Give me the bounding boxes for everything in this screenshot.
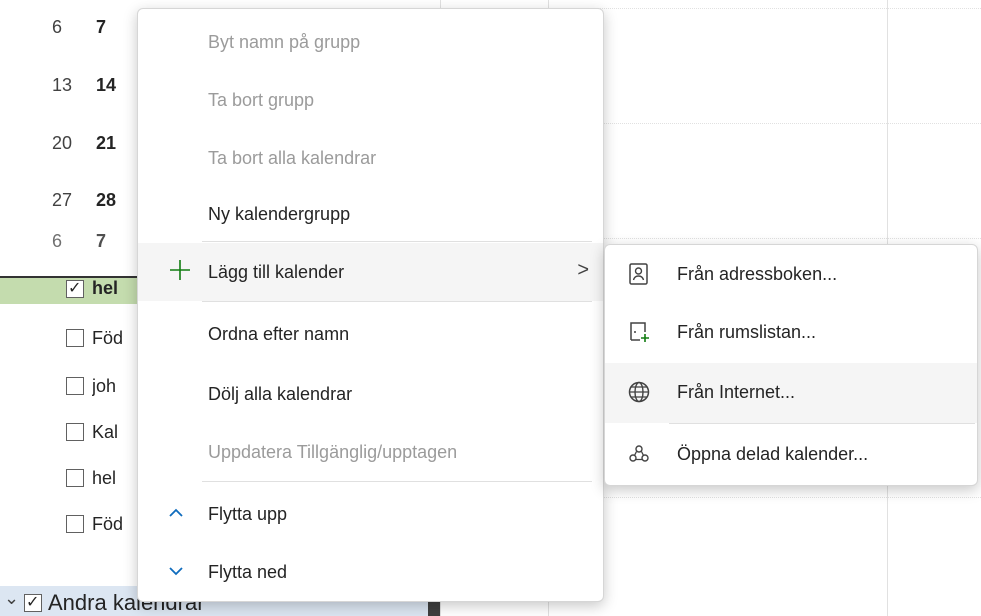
submenu-item-label: Från Internet... [677,382,796,402]
context-menu: Byt namn på grupp Ta bort grupp Ta bort … [137,8,604,602]
shared-calendar-icon [627,442,651,466]
address-book-icon [627,262,651,286]
mini-calendar-day[interactable]: 6 [52,231,82,252]
chevron-down-icon[interactable]: ⌄ [4,588,19,609]
menu-item-move-up[interactable]: Flytta upp [138,485,603,543]
menu-item-label: Ta bort grupp [208,90,315,110]
mini-calendar-day[interactable]: 14 [96,75,136,96]
menu-item-add-calendar[interactable]: Lägg till kalender > [138,243,603,301]
menu-item-update-free-busy[interactable]: Uppdatera Tillgänglig/upptagen [138,423,603,481]
globe-icon [627,380,651,404]
submenu-item-open-shared-calendar[interactable]: Öppna delad kalender... [605,425,977,485]
mini-calendar-day[interactable]: 20 [52,133,82,154]
menu-item-sort-by-name[interactable]: Ordna efter namn [138,305,603,363]
mini-calendar-day[interactable]: 7 [96,231,136,252]
menu-item-move-down[interactable]: Flytta ned [138,543,603,601]
menu-item-label: Byt namn på grupp [208,32,361,52]
calendar-name: joh [92,376,117,396]
mini-calendar-day[interactable]: 21 [96,133,136,154]
calendar-checkbox[interactable] [66,377,84,395]
menu-item-label: Uppdatera Tillgänglig/upptagen [208,442,458,462]
add-calendar-submenu: Från adressboken... Från rumslistan... F… [604,244,978,486]
mini-calendar-week: 13 14 [0,58,140,116]
mini-calendar-day[interactable]: 7 [96,17,136,38]
menu-item-new-calendar-group[interactable]: Ny kalendergrupp [138,185,603,243]
menu-item-label: Ordna efter namn [208,324,350,344]
calendar-name: Kal [92,422,119,442]
mini-calendar-day[interactable]: 28 [96,190,136,211]
mini-calendar-day[interactable]: 6 [52,17,82,38]
chevron-up-icon [164,501,188,525]
submenu-item-from-address-book[interactable]: Från adressboken... [605,245,977,305]
mini-calendar-day[interactable]: 27 [52,190,82,211]
menu-separator [202,481,592,482]
menu-item-hide-all-calendars[interactable]: Dölj alla kalendrar [138,365,603,423]
submenu-item-label: Öppna delad kalender... [677,444,869,464]
submenu-item-from-room-list[interactable]: Från rumslistan... [605,303,977,363]
calendar-list-item[interactable]: Föd [0,312,140,360]
calendar-list-item[interactable]: hel [0,452,140,500]
calendar-name: hel [92,278,119,298]
submenu-arrow-icon: > [577,259,589,281]
calendar-checkbox[interactable] [66,278,84,298]
calendar-list-item[interactable]: joh [0,360,140,408]
calendar-list-item[interactable]: hel [0,278,140,304]
mini-calendar-week: 6 7 [0,214,140,272]
submenu-item-from-internet[interactable]: Från Internet... [605,363,977,423]
submenu-item-label: Från adressboken... [677,264,838,284]
menu-item-delete-all-calendars[interactable]: Ta bort alla kalendrar [138,129,603,187]
calendar-checkbox[interactable] [66,515,84,533]
menu-item-label: Ta bort alla kalendrar [208,148,377,168]
plus-icon [168,258,192,282]
calendar-list-item[interactable]: Föd [0,498,140,546]
menu-item-rename-group[interactable]: Byt namn på grupp [138,13,603,71]
calendar-checkbox[interactable] [66,423,84,441]
submenu-item-label: Från rumslistan... [677,322,817,342]
menu-separator [202,241,592,242]
calendar-checkbox[interactable] [66,329,84,347]
menu-item-label: Flytta upp [208,504,288,524]
chevron-down-icon [164,559,188,583]
calendar-checkbox[interactable] [66,469,84,487]
mini-calendar-week: 20 21 [0,116,140,174]
calendar-list-item[interactable]: Kal [0,406,140,454]
calendar-name: Föd [92,328,124,348]
menu-separator [669,423,975,424]
menu-item-label: Lägg till kalender [208,262,345,282]
group-checkbox[interactable] [24,592,42,612]
mini-calendar-day[interactable]: 13 [52,75,82,96]
calendar-name: Föd [92,514,124,534]
menu-item-label: Dölj alla kalendrar [208,384,353,404]
menu-separator [202,301,592,302]
menu-item-delete-group[interactable]: Ta bort grupp [138,71,603,129]
calendar-name: hel [92,468,117,488]
menu-item-label: Ny kalendergrupp [208,204,351,224]
room-list-icon [627,320,651,344]
menu-item-label: Flytta ned [208,562,288,582]
mini-calendar-week: 6 7 [0,0,140,58]
